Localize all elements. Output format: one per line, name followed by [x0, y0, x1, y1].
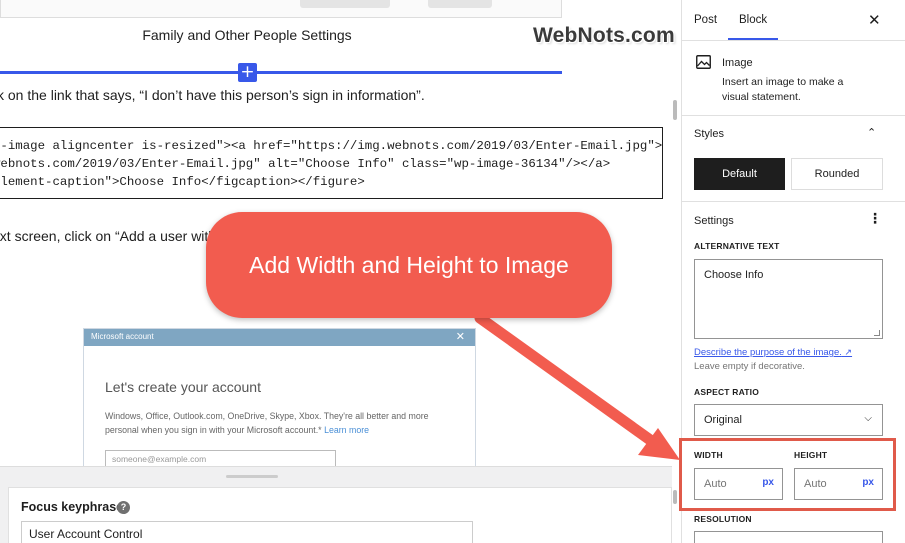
active-tab-indicator — [728, 38, 778, 40]
divider — [682, 201, 905, 202]
close-icon[interactable]: ✕ — [868, 11, 881, 29]
help-icon[interactable]: ? — [117, 501, 130, 514]
image-caption[interactable]: Family and Other People Settings — [0, 27, 494, 43]
ms-dialog-heading: Let's create your account — [105, 379, 261, 395]
previous-block-button — [300, 0, 390, 8]
sidebar-tabs: Post Block ✕ — [682, 0, 905, 41]
block-inserter-line — [0, 71, 562, 74]
panel-resize-handle[interactable] — [226, 475, 278, 478]
paragraph-block[interactable]: k on the link that says, “I don’t have t… — [0, 87, 425, 103]
resolution-select[interactable] — [694, 531, 883, 543]
seo-meta-box: Focus keyphrase ? User Account Control — [8, 487, 672, 543]
styles-heading[interactable]: Styles — [694, 128, 724, 140]
textarea-resize-grip[interactable] — [874, 330, 880, 336]
focus-keyphrase-input[interactable]: User Account Control — [21, 521, 473, 543]
tab-block[interactable]: Block — [739, 14, 767, 26]
image-icon — [696, 55, 711, 69]
learn-more-link: Learn more — [324, 425, 370, 435]
code-line: webnots.com/2019/03/Enter-Email.jpg" alt… — [0, 157, 611, 171]
alt-text-help-link-text: Describe the purpose of the image. — [694, 347, 842, 358]
width-height-highlight — [679, 438, 896, 511]
block-inserter-button[interactable]: + — [238, 63, 257, 82]
external-link-icon: ↗ — [844, 348, 853, 358]
alt-text-textarea[interactable]: Choose Info — [694, 259, 883, 339]
block-description: Insert an image to make a visual stateme… — [722, 76, 844, 103]
chevron-down-icon: ⌵ — [864, 413, 872, 424]
ms-dialog-title: Microsoft account — [91, 332, 154, 341]
ms-dialog-titlebar: Microsoft account ✕ — [84, 329, 475, 346]
ms-dialog-body-text: Windows, Office, Outlook.com, OneDrive, … — [105, 411, 429, 435]
callout-bubble: Add Width and Height to Image — [206, 212, 612, 318]
meta-boxes-panel: Focus keyphrase ? User Account Control — [0, 466, 672, 543]
divider — [682, 115, 905, 116]
microsoft-account-image[interactable]: Microsoft account ✕ Let's create your ac… — [83, 328, 476, 466]
aspect-ratio-select[interactable]: Original ⌵ — [694, 404, 883, 436]
focus-keyphrase-label: Focus keyphrase — [21, 500, 124, 514]
more-options-icon[interactable]: ⋮ — [868, 211, 882, 227]
webnots-watermark: WebNots.com — [533, 24, 675, 47]
settings-heading: Settings — [694, 215, 734, 227]
chevron-up-icon[interactable]: ⌃ — [867, 126, 876, 139]
alt-text-help: Leave empty if decorative. — [694, 361, 805, 372]
tab-post[interactable]: Post — [694, 14, 717, 26]
style-default-button[interactable]: Default — [694, 158, 785, 190]
meta-scrollbar-thumb[interactable] — [673, 490, 677, 504]
aspect-ratio-value: Original — [704, 414, 742, 426]
code-line: k-image aligncenter is-resized"><a href=… — [0, 139, 663, 153]
alt-text-label: ALTERNATIVE TEXT — [694, 241, 780, 251]
previous-block-edge — [0, 0, 672, 20]
html-code-block[interactable]: k-image aligncenter is-resized"><a href=… — [0, 127, 663, 199]
aspect-ratio-label: ASPECT RATIO — [694, 387, 760, 397]
paragraph-block[interactable]: ext screen, click on “Add a user with — [0, 228, 216, 244]
close-icon: ✕ — [455, 331, 465, 343]
resolution-label: RESOLUTION — [694, 514, 752, 524]
editor-scrollbar-thumb[interactable] — [673, 100, 677, 120]
alt-text-help-link[interactable]: Describe the purpose of the image. ↗ — [694, 347, 852, 358]
style-rounded-button[interactable]: Rounded — [791, 158, 883, 190]
code-line: element-caption">Choose Info</figcaption… — [0, 175, 365, 189]
previous-block-button — [428, 0, 492, 8]
ms-dialog-body: Windows, Office, Outlook.com, OneDrive, … — [105, 409, 445, 437]
ms-email-input: someone@example.com — [105, 450, 336, 466]
alt-text-value: Choose Info — [704, 269, 764, 281]
block-title: Image — [722, 57, 753, 69]
